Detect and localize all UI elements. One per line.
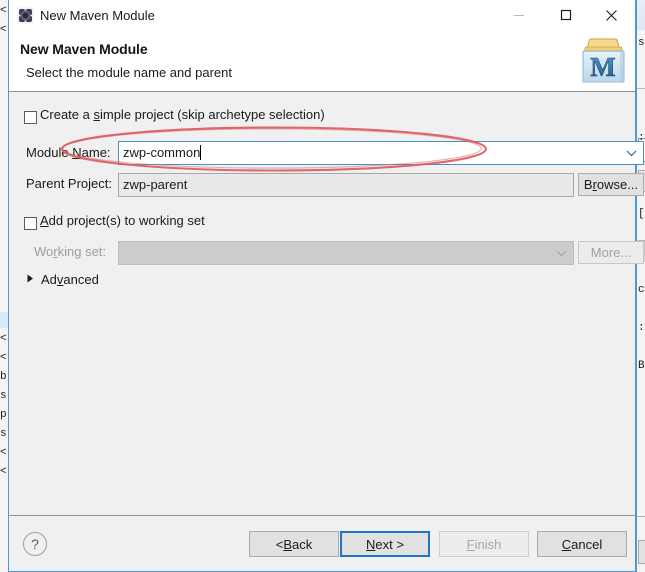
module-name-value: zwp-common: [123, 145, 201, 160]
more-text: More...: [590, 245, 632, 260]
close-icon[interactable]: [589, 0, 634, 30]
background-selection-highlight: [0, 312, 8, 328]
next-mnemonic: N: [366, 536, 376, 552]
cancel-button[interactable]: Cancel: [537, 531, 627, 557]
working-set-text-before: Wo: [34, 244, 54, 259]
simple-project-text-before: Create a: [40, 107, 94, 122]
module-name-input[interactable]: zwp-common: [118, 141, 644, 165]
advanced-section-toggle[interactable]: Advanced: [27, 270, 99, 288]
create-simple-project-label: Create a simple project (skip archetype …: [40, 107, 325, 122]
maven-module-folder-icon: M: [576, 35, 631, 87]
browse-text-before: B: [583, 177, 593, 192]
triangle-right-icon: [27, 270, 34, 288]
cancel-text-after: ancel: [571, 536, 603, 552]
advanced-text-before: Ad: [41, 271, 57, 287]
next-button[interactable]: Next >: [340, 531, 430, 557]
dialog-titlebar[interactable]: New Maven Module: [9, 0, 635, 31]
create-simple-project-checkbox[interactable]: [24, 111, 37, 124]
working-set-text-after: king set:: [57, 244, 107, 259]
minimize-icon[interactable]: [496, 0, 541, 30]
module-name-label: Module Name:: [26, 145, 111, 160]
advanced-label: Advanced: [41, 272, 99, 287]
finish-text-after: inish: [474, 536, 502, 552]
working-set-chevron-down-icon[interactable]: [552, 242, 570, 264]
finish-mnemonic: F: [466, 536, 475, 552]
working-set-label: Working set:: [34, 244, 106, 259]
new-maven-module-dialog: New Maven Module New Maven Module Select…: [8, 0, 644, 572]
next-text-after: ext >: [375, 536, 404, 552]
dialog-title: New Maven Module: [40, 8, 155, 23]
module-name-text-after: ame:: [81, 145, 111, 160]
parent-project-label: Parent Project:: [26, 176, 112, 191]
question-mark-icon[interactable]: ?: [23, 532, 47, 556]
add-to-working-set-checkbox[interactable]: [24, 217, 37, 230]
svg-text:M: M: [590, 52, 615, 82]
maximize-icon[interactable]: [543, 0, 588, 30]
module-name-text-before: Module: [26, 145, 73, 160]
working-set-combobox[interactable]: [118, 241, 574, 265]
background-code-sliver-right: s : ( [ c : B: [638, 37, 645, 372]
working-set-cb-text-after: dd project(s) to working set: [48, 213, 205, 228]
cancel-mnemonic: C: [561, 536, 572, 552]
parent-project-input[interactable]: zwp-parent: [118, 173, 574, 197]
back-text-after: ack: [292, 536, 313, 552]
background-divider-bottom: [637, 516, 645, 517]
simple-project-text-after: imple project (skip archetype selection): [99, 107, 325, 122]
more-button[interactable]: More...: [578, 241, 644, 264]
browse-button[interactable]: Br owse...: [578, 173, 644, 196]
add-to-working-set-label: Add project(s) to working set: [40, 213, 205, 228]
back-text-before: <: [275, 536, 284, 552]
background-button-sliver: [638, 540, 645, 564]
finish-button[interactable]: Finish: [439, 531, 529, 557]
page-subtitle: Select the module name and parent: [26, 65, 232, 80]
parent-project-value: zwp-parent: [123, 177, 188, 192]
browse-text-after: owse...: [596, 177, 639, 192]
dialog-body: Create a simple project (skip archetype …: [9, 92, 644, 515]
module-name-mnemonic: N: [72, 145, 82, 160]
maven-gear-icon: [17, 7, 34, 24]
working-set-cb-mnemonic: A: [40, 213, 49, 228]
page-title: New Maven Module: [20, 41, 148, 57]
background-window-header-sliver: [637, 0, 645, 30]
back-button[interactable]: < Back: [249, 531, 339, 557]
back-mnemonic: B: [283, 536, 293, 552]
text-caret: [200, 145, 202, 160]
dialog-header: New Maven Module Select the module name …: [9, 31, 635, 92]
module-name-combo-chevron-down-icon[interactable]: [622, 142, 640, 164]
advanced-text-after: anced: [63, 271, 99, 287]
dialog-footer: ? < Back Next > Finish Cancel: [9, 515, 635, 571]
